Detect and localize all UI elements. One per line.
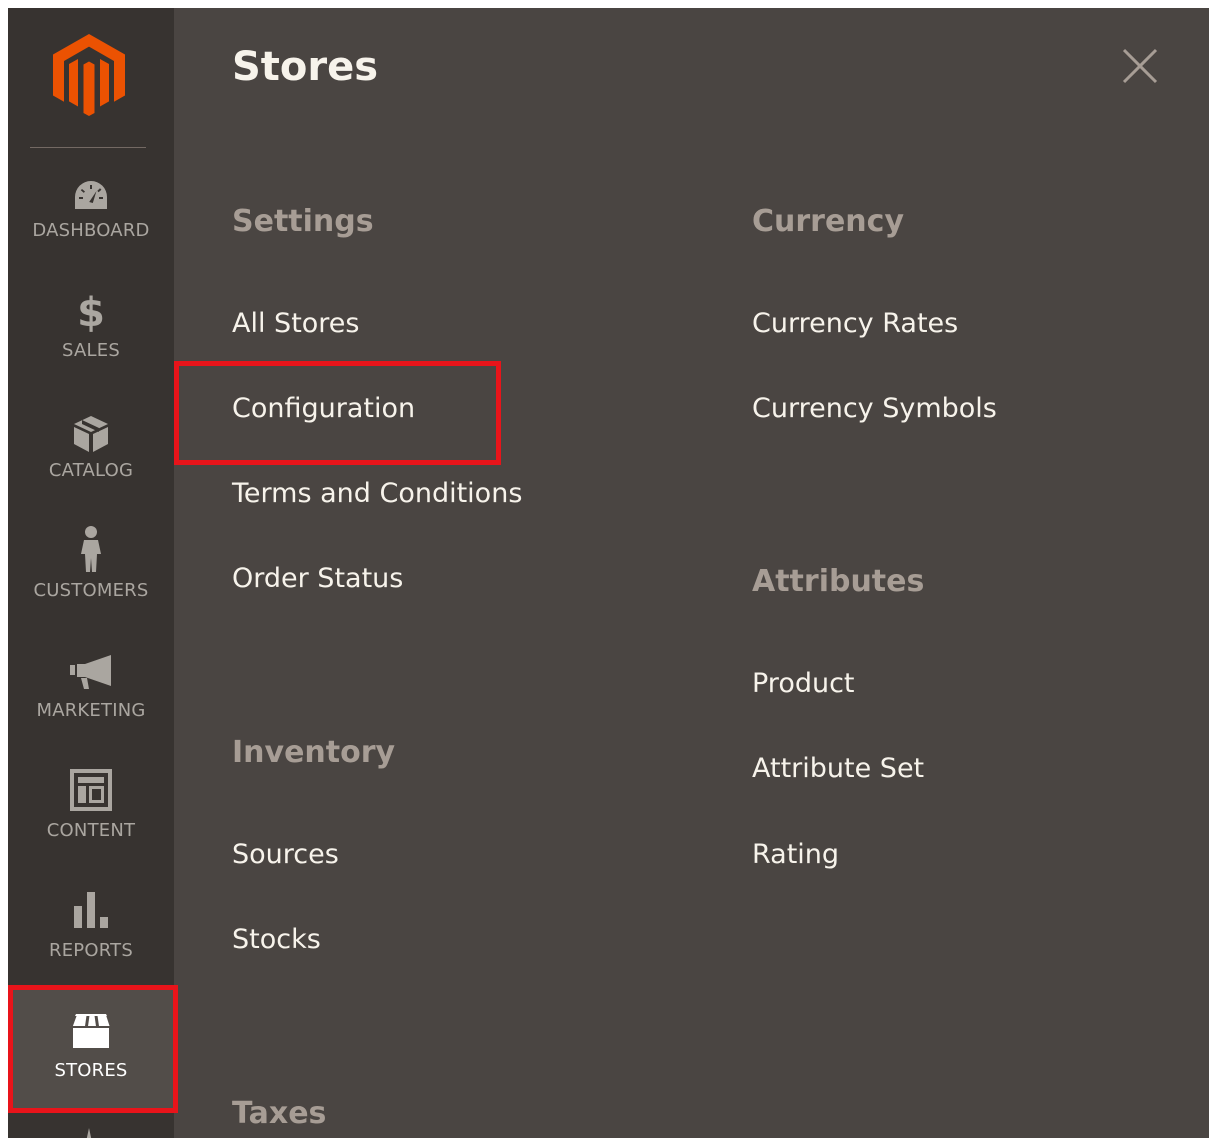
section-heading-taxes: Taxes bbox=[232, 1096, 327, 1131]
menu-link-sources[interactable]: Sources bbox=[232, 839, 339, 870]
section-heading-currency: Currency bbox=[752, 204, 905, 239]
admin-sidebar: DASHBOARD $ SALES CATALOG CUSTOMERS MARK… bbox=[8, 8, 174, 1138]
layout-icon bbox=[8, 768, 174, 812]
magento-logo-icon[interactable] bbox=[53, 34, 125, 116]
stores-nav-highlight-box bbox=[8, 985, 178, 1113]
menu-link-stocks[interactable]: Stocks bbox=[232, 924, 321, 955]
menu-link-currency-symbols[interactable]: Currency Symbols bbox=[752, 393, 997, 424]
menu-link-rating[interactable]: Rating bbox=[752, 839, 839, 870]
page-title: Stores bbox=[232, 44, 379, 90]
nav-item-catalog[interactable]: CATALOG bbox=[8, 398, 174, 516]
nav-label-sales: SALES bbox=[62, 340, 120, 361]
menu-link-attribute-set[interactable]: Attribute Set bbox=[752, 753, 924, 784]
nav-label-content: CONTENT bbox=[46, 820, 136, 841]
logo-divider bbox=[30, 147, 146, 148]
menu-link-terms-and-conditions[interactable]: Terms and Conditions bbox=[232, 478, 522, 509]
box-icon bbox=[8, 414, 174, 454]
next-nav-icon bbox=[86, 1128, 92, 1138]
nav-label-catalog: CATALOG bbox=[48, 460, 134, 481]
nav-item-sales[interactable]: $ SALES bbox=[8, 278, 174, 396]
megaphone-icon bbox=[8, 654, 174, 690]
section-heading-settings: Settings bbox=[232, 204, 374, 239]
nav-item-customers[interactable]: CUSTOMERS bbox=[8, 518, 174, 636]
configuration-highlight-box bbox=[174, 361, 501, 465]
person-icon bbox=[8, 524, 174, 572]
close-icon[interactable] bbox=[1120, 46, 1160, 86]
nav-item-content[interactable]: CONTENT bbox=[8, 758, 174, 876]
bar-chart-icon bbox=[8, 890, 174, 930]
admin-frame: DASHBOARD $ SALES CATALOG CUSTOMERS MARK… bbox=[8, 8, 1209, 1138]
dollar-icon: $ bbox=[8, 288, 174, 332]
menu-link-order-status[interactable]: Order Status bbox=[232, 563, 403, 594]
dashboard-icon bbox=[8, 180, 174, 210]
section-heading-attributes: Attributes bbox=[752, 564, 925, 599]
nav-item-reports[interactable]: REPORTS bbox=[8, 878, 174, 996]
menu-link-currency-rates[interactable]: Currency Rates bbox=[752, 308, 958, 339]
nav-label-reports: REPORTS bbox=[49, 940, 133, 961]
svg-text:$: $ bbox=[77, 290, 105, 332]
nav-label-marketing: MARKETING bbox=[36, 700, 146, 721]
nav-item-marketing[interactable]: MARKETING bbox=[8, 638, 174, 756]
menu-link-all-stores[interactable]: All Stores bbox=[232, 308, 360, 339]
menu-link-product[interactable]: Product bbox=[752, 668, 855, 699]
nav-item-dashboard[interactable]: DASHBOARD bbox=[8, 158, 174, 276]
nav-label-dashboard: DASHBOARD bbox=[32, 220, 150, 241]
nav-label-customers: CUSTOMERS bbox=[33, 580, 149, 601]
section-heading-inventory: Inventory bbox=[232, 735, 396, 770]
